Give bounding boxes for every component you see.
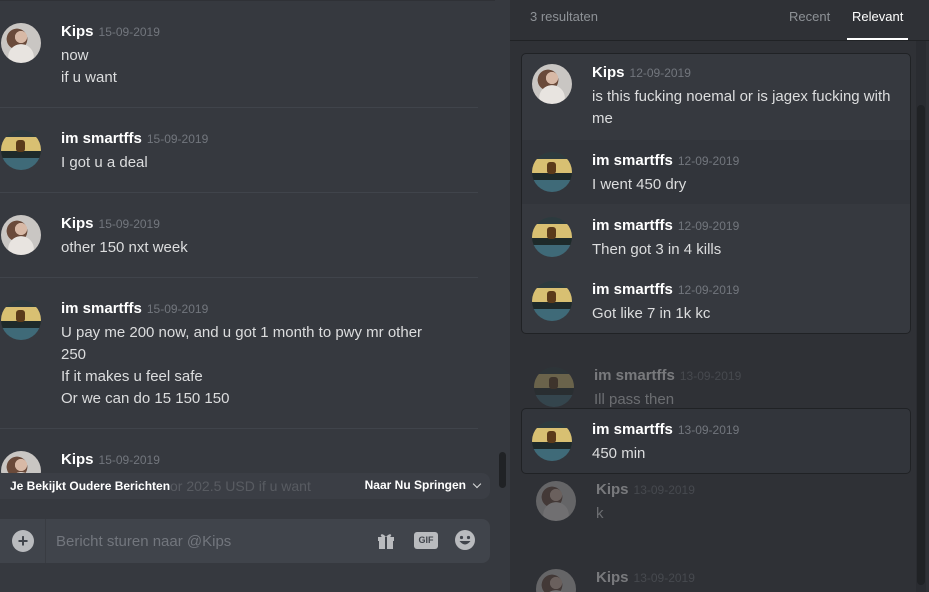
- message-text: I went 450 dry: [592, 176, 687, 193]
- search-results-pane: 3 resultaten Recent Relevant Kips 12-09-2…: [510, 0, 929, 592]
- avatar: [534, 367, 574, 407]
- divider: [0, 277, 478, 278]
- search-context-message: Kips 13-09-2019: [526, 569, 914, 592]
- message-timestamp: 15-09-2019: [146, 132, 209, 146]
- message-author: Kips: [596, 569, 629, 586]
- scrollbar-thumb[interactable]: [499, 452, 506, 488]
- divider: [0, 107, 478, 108]
- message-text: 450 min: [592, 445, 646, 462]
- message-timestamp: 15-09-2019: [98, 217, 160, 231]
- message-timestamp: 15-09-2019: [146, 302, 209, 316]
- message-text: is this fucking noemal or is jagex fucki…: [592, 88, 891, 127]
- avatar: [536, 481, 576, 521]
- message-text: other 150 nxt week: [61, 239, 188, 256]
- avatar[interactable]: [532, 64, 572, 104]
- message-timestamp: 13-09-2019: [633, 571, 695, 585]
- avatar[interactable]: [532, 217, 572, 257]
- message-author[interactable]: Kips: [61, 23, 94, 40]
- message-timestamp: 15-09-2019: [98, 453, 160, 467]
- search-result[interactable]: Kips 12-09-2019 is this fucking noemal or…: [522, 64, 910, 139]
- plus-circle-icon[interactable]: +: [12, 530, 34, 552]
- avatar[interactable]: [1, 130, 41, 170]
- message-author[interactable]: Kips: [61, 215, 94, 232]
- message-timestamp: 12-09-2019: [677, 154, 740, 168]
- gift-icon[interactable]: [376, 530, 396, 550]
- chat-pane: Kips 15-09-2019 now if u want im smartffs…: [0, 0, 510, 592]
- message-author: Kips: [596, 481, 629, 498]
- message-text: If it makes u feel safe: [61, 368, 203, 385]
- search-header: 3 resultaten Recent Relevant: [510, 0, 929, 41]
- message-text: Or we can do 15 150 150: [61, 390, 230, 407]
- message-author[interactable]: im smartffs: [592, 281, 673, 298]
- result-count: 3 resultaten: [530, 9, 598, 24]
- chevron-down-icon: [472, 479, 482, 488]
- search-result-card[interactable]: Kips 12-09-2019 is this fucking noemal or…: [521, 53, 911, 334]
- message-author[interactable]: im smartffs: [592, 152, 673, 169]
- message-input[interactable]: [56, 530, 356, 552]
- avatar: [536, 569, 576, 592]
- message-author[interactable]: Kips: [592, 64, 625, 81]
- message-timestamp: 13-09-2019: [677, 423, 740, 437]
- message-text: if u want: [61, 69, 117, 86]
- message-text: U pay me 200 now, and u got 1 month to p…: [61, 324, 423, 363]
- message-author[interactable]: im smartffs: [61, 130, 142, 147]
- search-result[interactable]: im smartffs 12-09-2019 Got like 7 in 1k k…: [522, 281, 910, 331]
- avatar[interactable]: [532, 281, 572, 321]
- active-tab-indicator: [847, 38, 908, 40]
- divider: [0, 428, 478, 429]
- message-timestamp: 15-09-2019: [98, 25, 160, 39]
- message-text: I got u a deal: [61, 154, 148, 171]
- message-author: im smartffs: [594, 367, 675, 384]
- emoji-icon[interactable]: [454, 529, 476, 551]
- message-text: Then got 3 in 4 kills: [592, 241, 722, 258]
- search-context-message: im smartffs 13-09-2019 Ill pass then: [524, 367, 912, 408]
- jump-to-present-label: Naar Nu Springen: [364, 478, 466, 492]
- message-text: now: [61, 47, 89, 64]
- message-timestamp: 12-09-2019: [629, 66, 691, 80]
- search-result[interactable]: im smartffs 13-09-2019 450 min: [522, 421, 910, 471]
- divider: [45, 519, 46, 563]
- search-result[interactable]: im smartffs 12-09-2019 Then got 3 in 4 ki…: [522, 217, 910, 277]
- message-composer: + GIF: [0, 519, 490, 563]
- message-author[interactable]: im smartffs: [61, 300, 142, 317]
- message-text: Got like 7 in 1k kc: [592, 305, 711, 322]
- gif-button[interactable]: GIF: [414, 532, 438, 549]
- jump-to-present-button[interactable]: Naar Nu Springen: [364, 478, 482, 492]
- message-timestamp: 13-09-2019: [679, 369, 742, 383]
- scrollbar-thumb[interactable]: [917, 105, 925, 585]
- divider: [0, 192, 478, 193]
- avatar[interactable]: [1, 23, 41, 63]
- search-result-card[interactable]: im smartffs 13-09-2019 450 min: [521, 408, 911, 474]
- old-messages-label: Je Bekijkt Oudere Berichten: [10, 479, 171, 493]
- message-timestamp: 12-09-2019: [677, 283, 740, 297]
- message-author[interactable]: Kips: [61, 451, 94, 468]
- search-result[interactable]: im smartffs 12-09-2019 I went 450 dry: [522, 140, 910, 204]
- search-context-message: Kips 13-09-2019 k: [526, 481, 914, 525]
- message-text: k: [596, 505, 604, 522]
- message-author[interactable]: im smartffs: [592, 217, 673, 234]
- message-timestamp: 12-09-2019: [677, 219, 740, 233]
- divider: [0, 0, 495, 1]
- avatar[interactable]: [532, 152, 572, 192]
- message-timestamp: 13-09-2019: [633, 483, 695, 497]
- avatar[interactable]: [1, 300, 41, 340]
- old-messages-bar: Je Bekijkt Oudere Berichten or 202.5 USD…: [0, 473, 490, 499]
- tab-recent[interactable]: Recent: [789, 9, 830, 24]
- message-text: or 202.5 USD if u want: [170, 478, 311, 494]
- avatar[interactable]: [532, 421, 572, 461]
- tab-relevant[interactable]: Relevant: [852, 9, 903, 24]
- message-author[interactable]: im smartffs: [592, 421, 673, 438]
- avatar[interactable]: [1, 215, 41, 255]
